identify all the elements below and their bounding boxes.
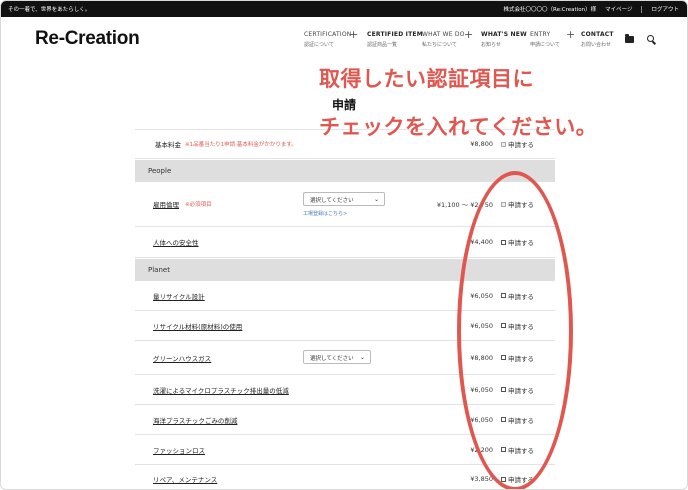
account-links: 株式会社〇〇〇〇（Re:Creation）様 マイページ ログアウト xyxy=(503,5,679,13)
section-title: People xyxy=(148,167,172,175)
annotation-line-1: 取得したい認証項目に xyxy=(319,67,534,91)
row-label[interactable]: リペア、メンテナンス xyxy=(153,474,217,484)
chevron-down-icon: ⌄ xyxy=(373,196,379,203)
logo[interactable]: Re-Creation xyxy=(35,28,140,50)
nav-sublabel: お知らせ xyxy=(481,42,501,48)
required-note: ※必須項目 xyxy=(185,202,212,208)
tagline: その一着で、世界をあたらしく。 xyxy=(8,7,91,13)
nav-entry[interactable]: ENTRY 申請について xyxy=(530,31,560,48)
expand-icon[interactable]: + xyxy=(349,28,358,41)
nav-contact[interactable]: CONTACT お問い合わせ xyxy=(581,31,614,48)
expand-icon[interactable]: + xyxy=(566,28,575,41)
row-label[interactable]: 洗濯によるマイクロプラスチック排出量の低減 xyxy=(153,385,289,395)
search-icon[interactable] xyxy=(647,35,654,42)
row-label[interactable]: 雇用倫理 xyxy=(153,199,179,209)
section-header-people: People xyxy=(135,160,555,182)
mypage-link[interactable]: マイページ xyxy=(605,5,632,13)
highlight-ellipse xyxy=(457,171,573,489)
nav-whats-new[interactable]: WHAT'S NEW お知らせ xyxy=(481,31,527,48)
logout-link[interactable]: ログアウト xyxy=(651,5,679,13)
nav-certified-item[interactable]: CERTIFIED ITEM 認証商品一覧 xyxy=(367,31,423,48)
row-label: 基本料金 xyxy=(155,141,181,149)
fee-note: ※1品番当たり1申請 基本料金がかかります。 xyxy=(185,142,297,148)
nav-label: WHAT'S NEW xyxy=(481,31,527,38)
annotation-line-2: チェックを入れてください。 xyxy=(319,115,598,139)
nav-sublabel: 私たちについて xyxy=(422,42,457,48)
folder-icon[interactable] xyxy=(625,34,634,43)
chevron-down-icon: ⌄ xyxy=(359,354,365,361)
row-label[interactable]: 人体への安全性 xyxy=(153,237,199,247)
select-dropdown[interactable]: 選択してください ⌄ xyxy=(303,192,385,206)
nav-what-we-do[interactable]: WHAT WE DO 私たちについて xyxy=(422,31,465,48)
factory-registration-link[interactable]: 工場登録はこちら> xyxy=(303,210,347,217)
nav-certification[interactable]: CERTIFICATION 認証について xyxy=(304,31,351,48)
company-name: 株式会社〇〇〇〇（Re:Creation）様 xyxy=(503,7,597,13)
section-title: Planet xyxy=(148,266,170,274)
nav-sublabel: 認証について xyxy=(304,42,334,48)
row-label[interactable]: 海洋プラスチックごみの削減 xyxy=(153,415,237,425)
expand-icon[interactable]: + xyxy=(464,28,473,41)
nav-label: CERTIFIED ITEM xyxy=(367,31,423,38)
row-price: ¥3,850 xyxy=(470,475,493,483)
nav-sublabel: 申請について xyxy=(530,42,560,48)
row-price: ¥8,800 xyxy=(470,140,493,148)
row-label[interactable]: ファッションロス xyxy=(153,445,205,455)
select-value: 選択してください xyxy=(310,356,354,362)
select-value: 選択してください xyxy=(310,198,354,204)
row-label[interactable]: グリーンハウスガス xyxy=(153,353,211,363)
nav-label: WHAT WE DO xyxy=(422,31,465,38)
top-bar: その一着で、世界をあたらしく。 株式会社〇〇〇〇（Re:Creation）様 マ… xyxy=(1,1,687,17)
checkbox-disabled xyxy=(501,141,506,147)
nav-sublabel: 認証商品一覧 xyxy=(367,42,398,48)
select-dropdown[interactable]: 選択してください ⌄ xyxy=(303,350,371,364)
screenshot-frame: その一着で、世界をあたらしく。 株式会社〇〇〇〇（Re:Creation）様 マ… xyxy=(0,0,688,490)
divider xyxy=(641,5,643,13)
nav-label: CONTACT xyxy=(581,31,614,38)
nav-label: CERTIFICATION xyxy=(304,31,352,38)
row-label[interactable]: リサイクル材料(原材料)の使用 xyxy=(153,321,242,331)
nav-label: ENTRY xyxy=(530,31,551,38)
row-label[interactable]: 量リサイクル設計 xyxy=(153,291,205,301)
nav-sublabel: お問い合わせ xyxy=(581,42,612,48)
